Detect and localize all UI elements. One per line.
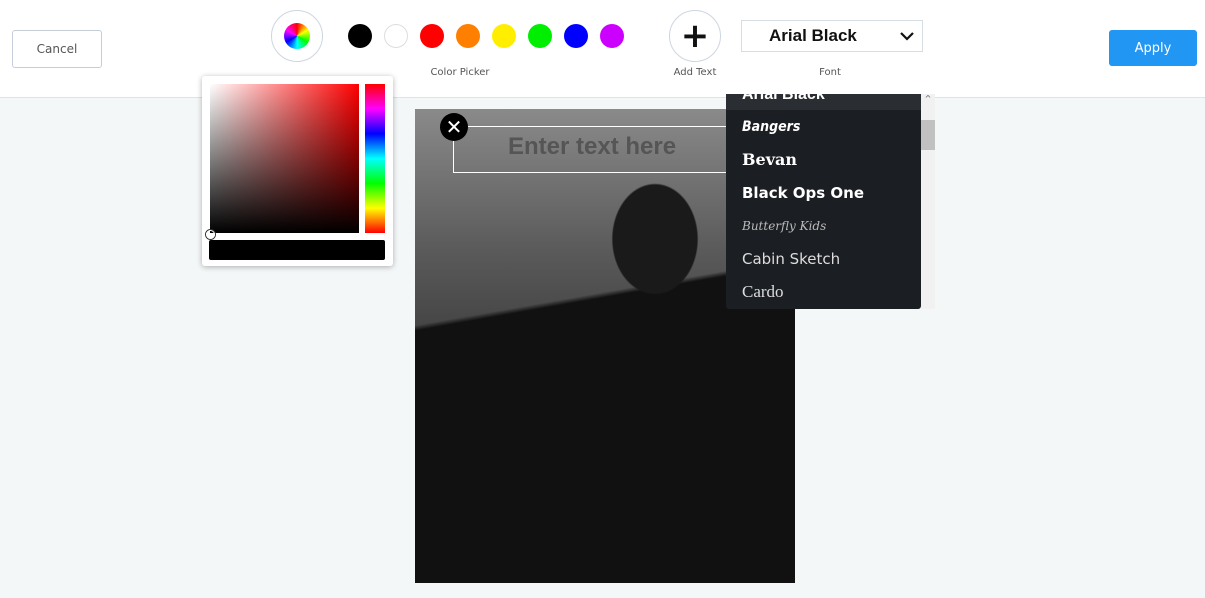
add-text-label: Add Text [673, 67, 717, 78]
color-picker-button[interactable] [271, 10, 323, 62]
font-option[interactable]: Bevan [726, 143, 921, 176]
apply-button[interactable]: Apply [1109, 30, 1197, 66]
font-option[interactable]: Cardo [726, 275, 921, 308]
saturation-handle[interactable] [206, 230, 215, 239]
font-option[interactable]: Cabin Sketch [726, 242, 921, 275]
chevron-down-icon [900, 32, 914, 41]
color-swatch[interactable] [348, 24, 372, 48]
close-icon[interactable]: ✕ [440, 113, 468, 141]
color-swatch[interactable] [456, 24, 480, 48]
scrollbar-thumb[interactable] [921, 120, 935, 150]
saturation-area[interactable] [210, 84, 359, 233]
font-label: Font [819, 67, 841, 78]
color-picker-label: Color Picker [430, 67, 490, 78]
font-option[interactable]: Butterfly Kids [726, 209, 921, 242]
font-option[interactable]: Arial Black [726, 94, 921, 110]
text-input-box[interactable]: Enter text here [453, 126, 773, 173]
color-swatch[interactable] [384, 24, 408, 48]
font-option[interactable]: Bangers [726, 110, 921, 143]
font-dropdown: Arial Black Bangers Bevan Black Ops One Butt… [726, 94, 921, 309]
add-text-button[interactable]: + [669, 10, 721, 62]
cancel-button[interactable]: Cancel [12, 30, 102, 68]
current-color-preview [209, 240, 385, 260]
color-swatch[interactable] [564, 24, 588, 48]
color-wheel-icon [284, 23, 310, 49]
font-select-value: Arial Black [769, 26, 857, 45]
font-select[interactable]: Arial Black [741, 20, 923, 52]
plus-icon: + [680, 16, 710, 56]
color-swatch[interactable] [420, 24, 444, 48]
color-swatch[interactable] [492, 24, 516, 48]
color-swatch[interactable] [600, 24, 624, 48]
font-option[interactable]: Black Ops One [726, 176, 921, 209]
color-swatch[interactable] [528, 24, 552, 48]
toolbar [0, 0, 1205, 98]
hue-slider[interactable] [365, 84, 385, 233]
